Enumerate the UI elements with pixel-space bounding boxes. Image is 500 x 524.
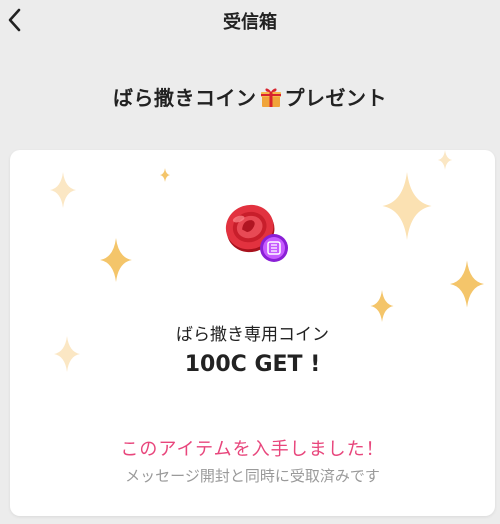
- sparkle-icon: [100, 238, 132, 282]
- sparkle-icon: [382, 172, 432, 240]
- item-card: ばら撒き専用コイン 100C GET ! このアイテムを入手しました！ メッセー…: [10, 150, 495, 516]
- sparkle-icon: [160, 168, 170, 182]
- item-amount: 100C GET !: [184, 352, 321, 377]
- sparkle-icon: [437, 150, 453, 170]
- message-title: ばら撒きコイン プレゼント: [0, 82, 500, 111]
- item-name: ばら撒き専用コイン: [176, 325, 329, 345]
- message-title-prefix: ばら撒きコイン: [113, 86, 257, 110]
- sparkle-icon: [450, 260, 484, 308]
- obtained-message: このアイテムを入手しました！: [120, 439, 385, 460]
- sparkle-icon: [370, 290, 394, 322]
- sparkle-icon: [50, 172, 76, 208]
- message-title-suffix: プレゼント: [284, 86, 387, 110]
- page-title: 受信箱: [223, 12, 277, 33]
- received-note: メッセージ開封と同時に受取済みです: [125, 467, 380, 485]
- coin-icon: [225, 204, 288, 262]
- header: 受信箱: [0, 0, 500, 40]
- gift-icon: [260, 88, 281, 107]
